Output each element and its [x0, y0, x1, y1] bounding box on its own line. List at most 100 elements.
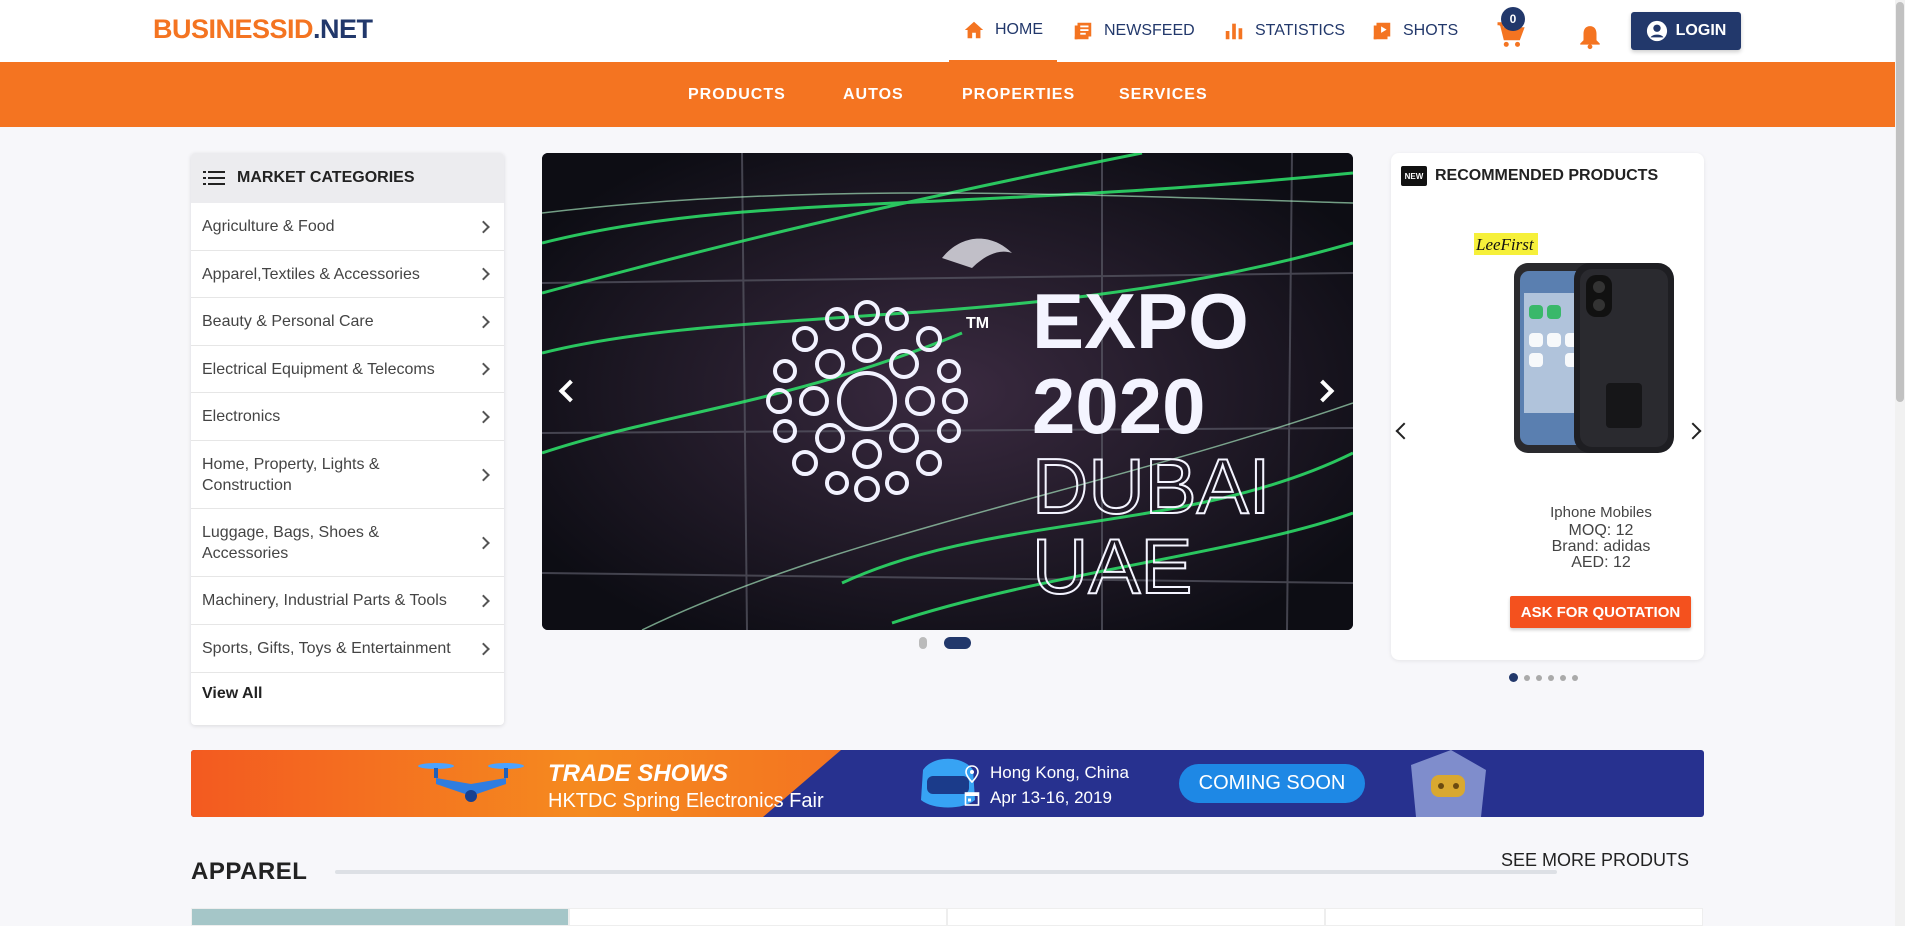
chevron-right-icon — [477, 536, 490, 549]
category-item[interactable]: Home, Property, Lights & Construction — [191, 441, 504, 509]
scrollbar-thumb[interactable] — [1896, 2, 1904, 402]
product-card[interactable] — [569, 908, 947, 926]
expo-2020-slide-image: TM EXPO 2020 DUBAI UAE — [542, 153, 1353, 630]
product-card[interactable] — [191, 908, 569, 926]
carousel-next-button[interactable] — [1305, 368, 1341, 414]
chevron-left-icon — [558, 379, 582, 403]
market-categories-title: MARKET CATEGORIES — [237, 169, 415, 186]
rec-prev-button[interactable] — [1395, 422, 1413, 440]
location-pin-icon — [965, 765, 979, 783]
category-item[interactable]: Sports, Gifts, Toys & Entertainment — [191, 625, 504, 673]
nav-newsfeed[interactable]: NEWSFEED — [1072, 0, 1195, 62]
nav-home[interactable]: HOME — [949, 0, 1057, 62]
category-label: Electrical Equipment & Telecoms — [202, 360, 435, 378]
login-label: LOGIN — [1675, 22, 1727, 39]
home-icon — [964, 21, 984, 39]
category-item[interactable]: Beauty & Personal Care — [191, 298, 504, 346]
chevron-right-icon — [477, 468, 490, 481]
market-categories-panel: MARKET CATEGORIES Agriculture & Food App… — [191, 153, 504, 725]
play-video-icon — [1373, 22, 1391, 40]
login-button[interactable]: LOGIN — [1631, 12, 1741, 50]
newspaper-icon — [1074, 22, 1092, 40]
rec-dot[interactable] — [1548, 674, 1554, 681]
slide-text-expo: EXPO — [1032, 277, 1249, 365]
category-item[interactable]: Agriculture & Food — [191, 203, 504, 251]
bar-chart-icon — [1225, 23, 1243, 40]
chevron-right-icon — [477, 267, 490, 281]
nav-newsfeed-label: NEWSFEED — [1104, 22, 1195, 39]
banner-subtitle: HKTDC Spring Electronics Fair — [548, 790, 824, 812]
calendar-icon — [964, 792, 980, 806]
product-card[interactable] — [947, 908, 1325, 926]
recommended-products-panel: NEW RECOMMENDED PRODUCTS LeeFirst Iphone… — [1391, 153, 1704, 660]
chevron-right-icon — [477, 594, 490, 607]
carousel-prev-button[interactable] — [552, 368, 588, 414]
rec-dot[interactable] — [1560, 674, 1566, 681]
cart-count-badge: 0 — [1501, 7, 1525, 31]
category-label: Agriculture & Food — [202, 218, 335, 235]
product-price: AED: 12 — [1571, 554, 1631, 571]
top-header: BUSINESSID.NET HOME NEWSFEED STATISTICS … — [0, 0, 1895, 62]
chevron-right-icon — [1311, 379, 1335, 403]
category-label: Luggage, Bags, Shoes & Accessories — [202, 523, 380, 562]
recommended-products-header: NEW RECOMMENDED PRODUCTS — [1401, 166, 1658, 186]
brand-logo-text: LeeFirst — [1475, 235, 1535, 254]
category-label: Sports, Gifts, Toys & Entertainment — [202, 640, 451, 657]
list-icon — [203, 171, 225, 185]
category-item[interactable]: Luggage, Bags, Shoes & Accessories — [191, 509, 504, 577]
rec-dot[interactable] — [1572, 674, 1578, 681]
banner-title: TRADE SHOWS — [548, 760, 728, 787]
carousel-dot[interactable] — [919, 637, 927, 649]
market-categories-header: MARKET CATEGORIES — [191, 153, 504, 203]
category-item[interactable]: Electrical Equipment & Telecoms — [191, 346, 504, 393]
view-all-link[interactable]: View All — [191, 673, 504, 714]
catbar-autos[interactable]: AUTOS — [843, 62, 904, 127]
drone-icon — [418, 763, 524, 802]
page-scrollbar[interactable] — [1895, 0, 1905, 926]
site-logo[interactable]: BUSINESSID.NET — [153, 14, 373, 45]
new-badge-icon: NEW — [1401, 166, 1427, 186]
chevron-right-icon — [477, 362, 490, 376]
rec-dot[interactable] — [1536, 674, 1542, 681]
hero-carousel: TM EXPO 2020 DUBAI UAE — [542, 153, 1353, 630]
category-item[interactable]: Machinery, Industrial Parts & Tools — [191, 577, 504, 625]
catbar-services[interactable]: SERVICES — [1119, 62, 1208, 127]
slide-text-year: 2020 — [1032, 362, 1206, 450]
recommended-products-title: RECOMMENDED PRODUCTS — [1435, 167, 1659, 184]
rec-dot[interactable] — [1524, 674, 1530, 681]
category-label: Apparel,Textiles & Accessories — [202, 265, 420, 283]
category-label: Beauty & Personal Care — [202, 313, 374, 330]
game-cube-icon — [1411, 750, 1486, 817]
catbar-products[interactable]: PRODUCTS — [688, 62, 786, 127]
nav-shots-label: SHOTS — [1403, 22, 1459, 39]
carousel-dot-active[interactable] — [944, 637, 971, 649]
product-card[interactable] — [1325, 908, 1703, 926]
chevron-right-icon — [477, 410, 490, 423]
see-more-products-link[interactable]: SEE MORE PRODUTS — [1501, 850, 1689, 871]
section-title: APPAREL — [191, 858, 308, 885]
category-nav-bar: PRODUCTS AUTOS PROPERTIES SERVICES — [0, 62, 1895, 127]
nav-statistics[interactable]: STATISTICS — [1223, 0, 1345, 62]
notification-bell-icon[interactable] — [1577, 23, 1603, 51]
catbar-properties[interactable]: PROPERTIES — [962, 62, 1075, 127]
category-item[interactable]: Electronics — [191, 393, 504, 441]
nav-shots[interactable]: SHOTS — [1371, 0, 1458, 62]
trade-show-banner[interactable]: TRADE SHOWS HKTDC Spring Electronics Fai… — [191, 750, 1704, 817]
rec-dot-active[interactable] — [1509, 673, 1518, 682]
vr-headset-icon — [921, 758, 975, 808]
chevron-right-icon — [477, 315, 490, 328]
ask-quotation-button[interactable]: ASK FOR QUOTATION — [1510, 596, 1691, 628]
category-label: Home, Property, Lights & Construction — [202, 455, 380, 494]
product-name[interactable]: Iphone Mobiles — [1391, 504, 1811, 521]
category-item[interactable]: Apparel,Textiles & Accessories — [191, 251, 504, 298]
tm-mark: TM — [966, 315, 989, 332]
slide-text-country: UAE — [1032, 522, 1192, 610]
logo-text-suffix: .NET — [313, 14, 373, 44]
category-label: Machinery, Industrial Parts & Tools — [202, 592, 447, 609]
chevron-right-icon — [477, 220, 490, 233]
nav-home-label: HOME — [995, 21, 1043, 38]
coming-soon-badge: COMING SOON — [1179, 764, 1365, 803]
user-icon — [1646, 20, 1667, 42]
banner-location: Hong Kong, China — [990, 763, 1129, 782]
product-image[interactable]: LeeFirst — [1474, 233, 1689, 455]
